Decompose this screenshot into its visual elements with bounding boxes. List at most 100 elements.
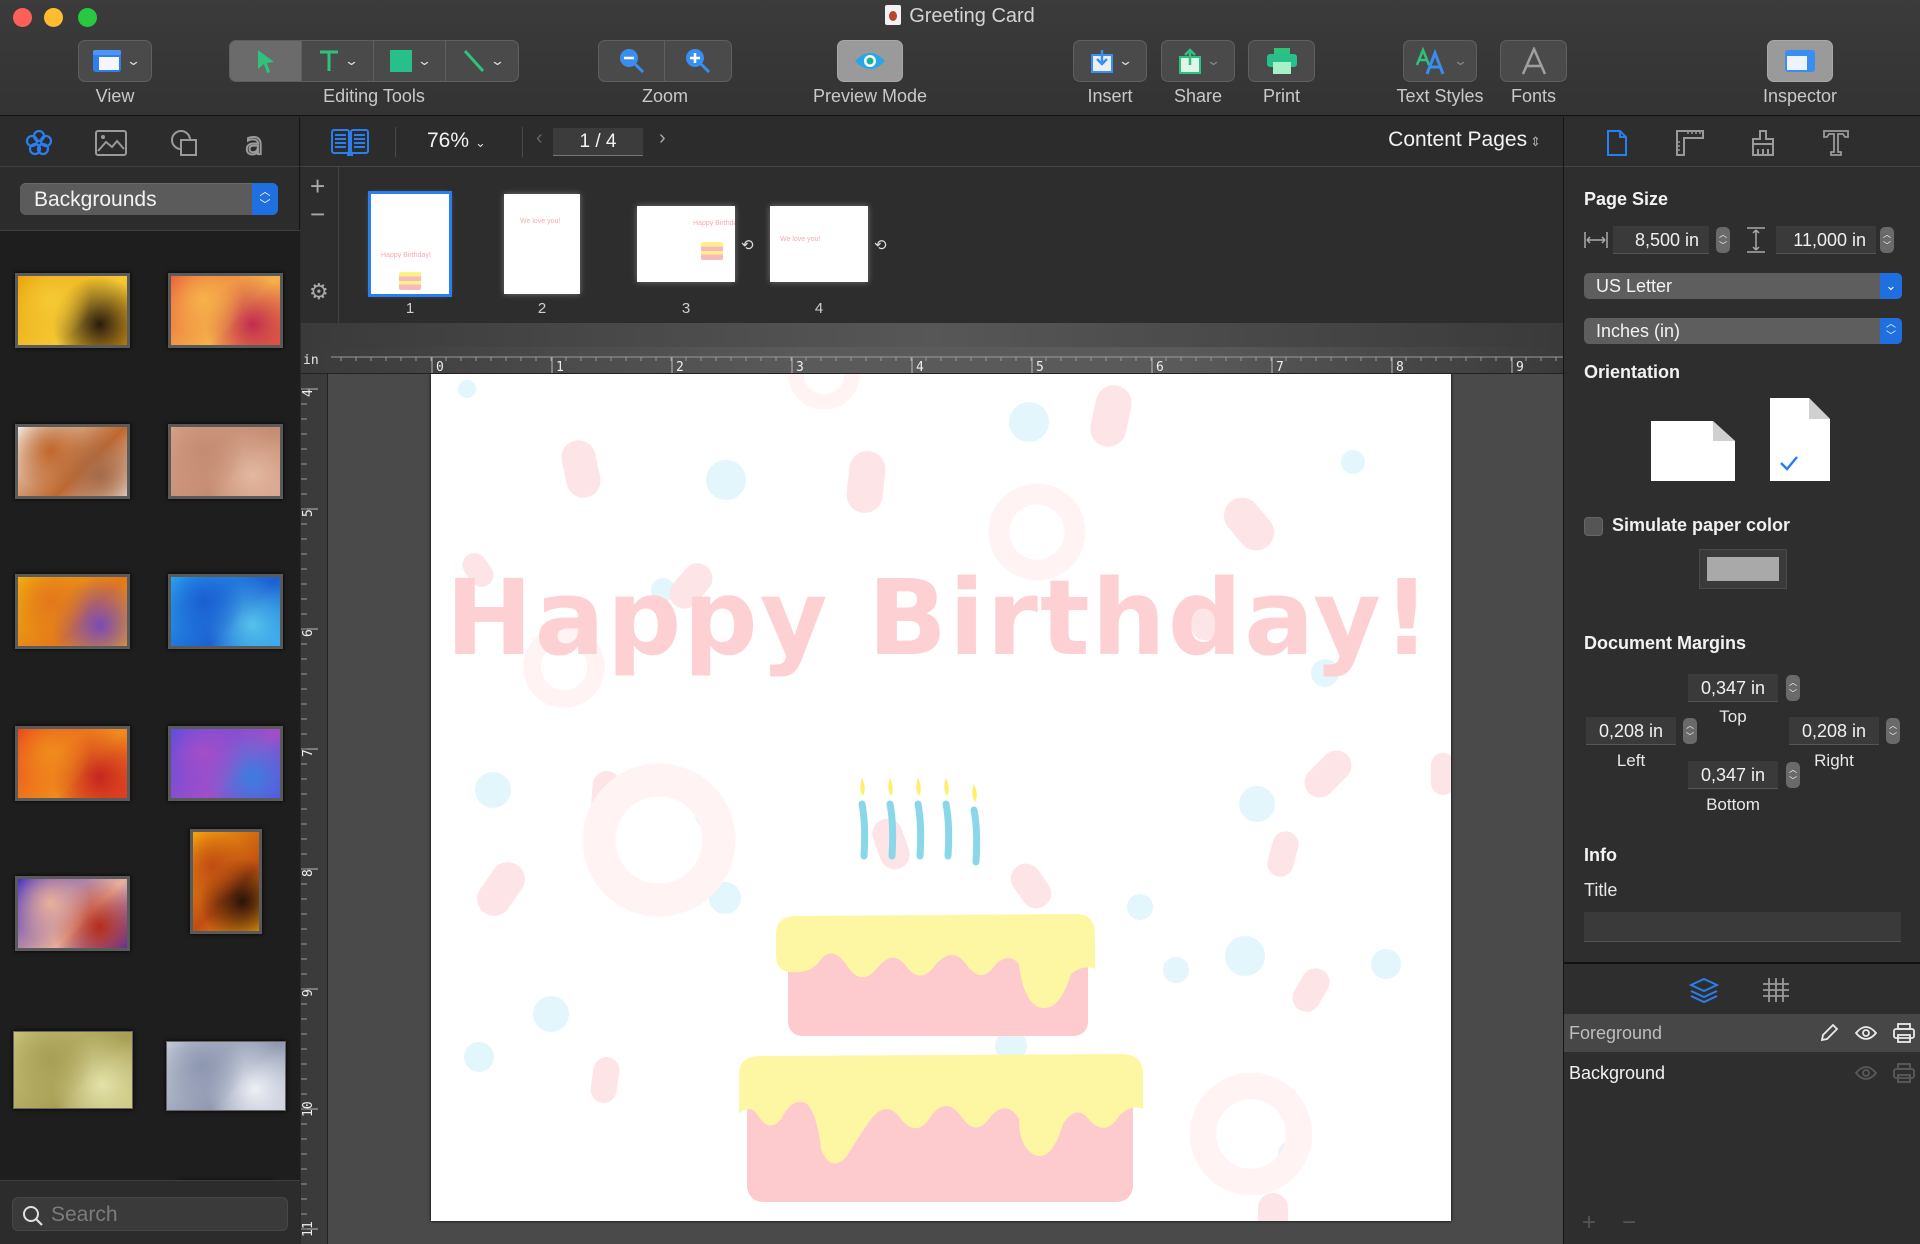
select-tool-button[interactable]	[230, 41, 302, 81]
shape-tool-button[interactable]: ⌄	[374, 41, 446, 81]
insert-button[interactable]: ⌄	[1073, 40, 1147, 82]
landscape-orientation-button[interactable]	[1651, 421, 1735, 486]
margin-top-stepper[interactable]: ︿ ﹀	[1786, 675, 1800, 701]
texture-thumbnail[interactable]	[190, 829, 262, 934]
search-bar: Search	[0, 1180, 300, 1244]
zoom-in-button[interactable]	[665, 41, 731, 81]
rotate-icon[interactable]: ⟲	[741, 236, 754, 254]
thumbnail-page-number: 1	[405, 300, 415, 317]
layer-row[interactable]: Foreground	[1564, 1014, 1920, 1052]
texture-thumbnail[interactable]	[13, 1031, 133, 1109]
page-thumbnail[interactable]: Happy Birthday!	[368, 191, 452, 297]
texture-thumbnail[interactable]	[15, 876, 130, 951]
insert-icon	[1090, 50, 1113, 73]
zoom-out-icon	[619, 49, 644, 74]
texture-thumbnail[interactable]	[168, 726, 283, 801]
category-select[interactable]: Backgrounds ︿ ﹀	[20, 183, 278, 215]
remove-layer-button[interactable]: −	[1622, 1209, 1636, 1237]
texture-thumbnail[interactable]	[168, 273, 283, 348]
candle	[886, 800, 897, 860]
tab-text[interactable]	[1819, 126, 1853, 160]
add-layer-button[interactable]: +	[1582, 1209, 1596, 1237]
confetti-pill	[1090, 385, 1132, 447]
tab-images[interactable]	[95, 127, 127, 159]
eye-icon[interactable]	[1855, 1025, 1877, 1041]
layers-icon[interactable]	[1689, 977, 1719, 1005]
margin-left-stepper[interactable]: ︿ ﹀	[1683, 718, 1697, 744]
page-number-field[interactable]: 1 / 4	[553, 128, 643, 156]
margin-bottom-stepper[interactable]: ︿ ﹀	[1786, 762, 1800, 788]
remove-page-button[interactable]: −	[310, 199, 325, 230]
margin-bottom-field[interactable]: 0,347 in	[1688, 761, 1778, 789]
zoom-level-value: 76%	[427, 129, 470, 152]
margin-top-field[interactable]: 0,347 in	[1688, 674, 1778, 702]
tab-document[interactable]	[1600, 126, 1634, 160]
document-page[interactable]: Happy Birthday!	[431, 374, 1451, 1221]
grid-icon[interactable]	[1762, 977, 1790, 1003]
tab-style[interactable]	[1746, 126, 1780, 160]
texture-thumbnail[interactable]	[15, 574, 130, 649]
page-thumbnail[interactable]: We love you!	[504, 194, 580, 294]
page-height-stepper[interactable]: ︿ ﹀	[1880, 227, 1894, 253]
share-button[interactable]: ⌄	[1161, 40, 1235, 82]
search-input[interactable]: Search	[12, 1197, 288, 1231]
ruler-label: 7	[1276, 360, 1284, 374]
inspector-toggle-button[interactable]	[1767, 40, 1833, 82]
orientation-heading: Orientation	[1584, 362, 1681, 382]
text-styles-button[interactable]: ⌄	[1403, 40, 1477, 82]
width-icon	[1584, 232, 1608, 248]
simulate-paper-color-checkbox[interactable]	[1584, 517, 1603, 536]
fonts-button[interactable]	[1500, 40, 1567, 82]
zoom-out-button[interactable]	[599, 41, 665, 81]
previous-page-button[interactable]: ‹	[536, 127, 543, 150]
paper-format-select[interactable]: US Letter ⌄	[1584, 273, 1902, 299]
chevron-down-icon: ⌄	[475, 135, 486, 150]
margin-left-field[interactable]: 0,208 in	[1586, 717, 1676, 745]
margin-right-stepper[interactable]: ︿ ﹀	[1886, 718, 1900, 744]
portrait-page-icon	[1770, 398, 1830, 481]
eye-icon[interactable]	[1855, 1065, 1877, 1081]
margin-right-field[interactable]: 0,208 in	[1789, 717, 1879, 745]
pencil-icon[interactable]	[1819, 1023, 1839, 1043]
text-tool-button[interactable]: ⌄	[302, 41, 374, 81]
texture-thumbnail[interactable]	[15, 273, 130, 348]
headline-text[interactable]: Happy Birthday!	[446, 557, 1433, 679]
page-width-stepper[interactable]: ︿ ﹀	[1716, 227, 1730, 253]
tab-shapes[interactable]	[168, 127, 200, 159]
text-styles-label: Text Styles	[1396, 86, 1484, 106]
tab-backgrounds[interactable]	[23, 127, 55, 159]
gear-icon[interactable]: ⚙	[309, 279, 329, 305]
section-select[interactable]: Content Pages ⇕	[1388, 128, 1541, 152]
paper-color-well[interactable]	[1699, 549, 1787, 589]
next-page-button[interactable]: ›	[659, 127, 666, 150]
page-width-field[interactable]: 8,500 in	[1613, 226, 1709, 254]
texture-thumbnail[interactable]	[168, 424, 283, 499]
texture-thumbnail[interactable]	[168, 574, 283, 649]
texture-thumbnail[interactable]	[15, 424, 130, 499]
view-button[interactable]: ⌄	[78, 40, 152, 82]
portrait-orientation-button[interactable]	[1770, 398, 1830, 486]
ruler-label: 9	[1516, 360, 1524, 374]
rotate-icon[interactable]: ⟲	[874, 236, 887, 254]
zoom-level-select[interactable]: 76% ⌄	[427, 129, 486, 153]
texture-thumbnail[interactable]	[15, 726, 130, 801]
page-size-heading: Page Size	[1584, 189, 1669, 209]
layer-row[interactable]: Background	[1564, 1054, 1920, 1092]
book-view-icon[interactable]	[331, 129, 369, 157]
tab-text-art[interactable]: a	[241, 127, 273, 159]
preview-mode-button[interactable]	[837, 40, 903, 82]
page-height-field[interactable]: 11,000 in	[1776, 226, 1876, 254]
tab-layout[interactable]	[1673, 126, 1707, 160]
printer-icon[interactable]	[1893, 1023, 1915, 1043]
page-thumbnail[interactable]: Happy Birthday!	[637, 206, 735, 282]
units-select[interactable]: Inches (in) ︿ ﹀	[1584, 318, 1902, 344]
title-input[interactable]	[1584, 912, 1901, 942]
add-page-button[interactable]: +	[310, 171, 325, 202]
birthday-cake-illustration[interactable]	[739, 778, 1143, 1202]
printer-icon[interactable]	[1893, 1063, 1915, 1083]
line-tool-button[interactable]: ⌄	[446, 41, 518, 81]
page-thumbnail[interactable]: We love you!	[770, 206, 868, 282]
print-button[interactable]	[1248, 40, 1315, 82]
texture-thumbnail[interactable]	[166, 1041, 286, 1111]
thumbnail-cake	[399, 272, 421, 290]
